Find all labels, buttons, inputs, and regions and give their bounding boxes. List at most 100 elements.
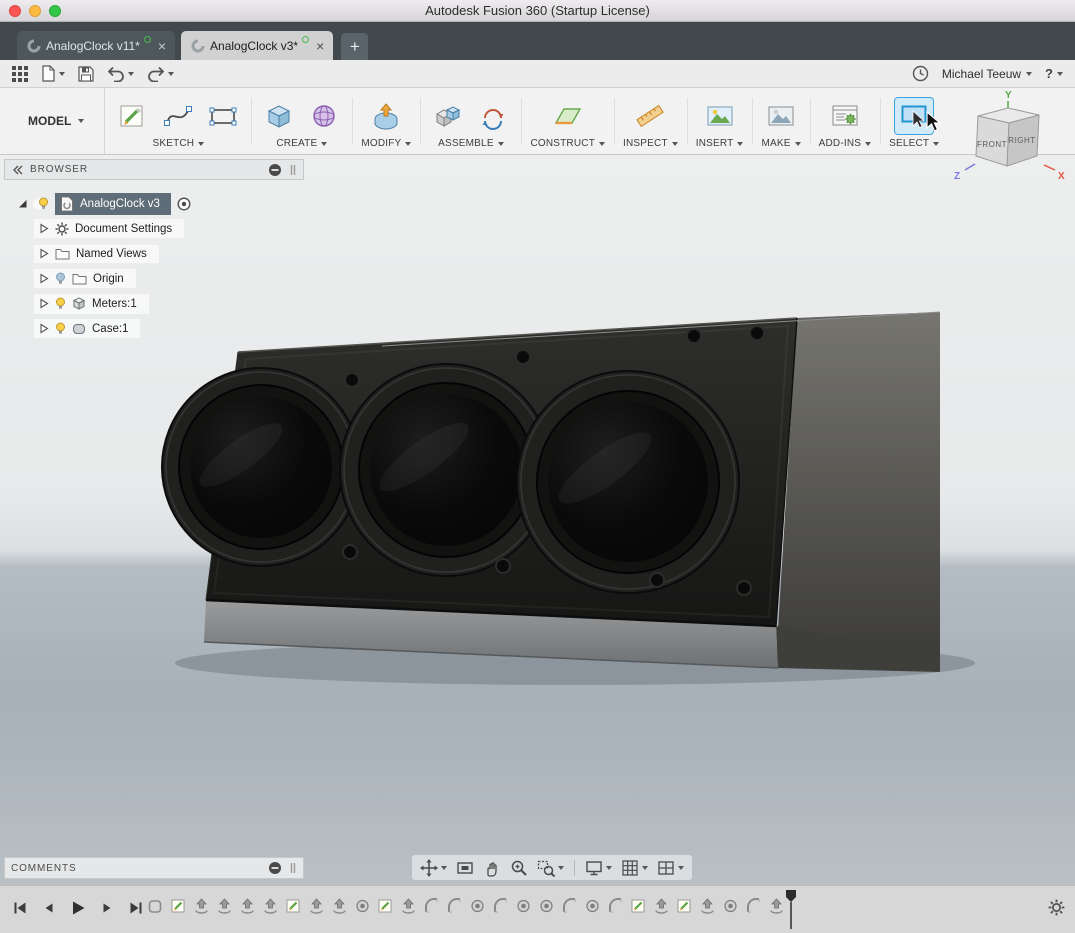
save-button[interactable] (78, 66, 94, 82)
minimize-panel-icon[interactable] (268, 861, 282, 875)
timeline-feature-hole-26[interactable] (723, 894, 738, 918)
step-back-button[interactable] (39, 896, 59, 920)
zoom-window-button[interactable] (49, 5, 61, 17)
file-button[interactable] (41, 65, 65, 82)
timeline-feature-hole-15[interactable] (470, 894, 485, 918)
timeline-feature-extrude-8[interactable] (309, 894, 324, 918)
timeline-feature-fillet-16[interactable] (493, 894, 508, 918)
ribbon-group-menu[interactable]: INSERT (696, 138, 744, 149)
browser-root-selection[interactable]: AnalogClock v3 (55, 193, 171, 215)
make-tool[interactable] (762, 98, 800, 134)
step-forward-button[interactable] (97, 896, 117, 920)
tab-close-icon[interactable]: × (158, 38, 166, 54)
bulb-on-icon[interactable] (55, 322, 66, 336)
timeline-feature-extrude-25[interactable] (700, 894, 715, 918)
minimize-window-button[interactable] (29, 5, 41, 17)
ribbon-group-menu[interactable]: ASSEMBLE (438, 138, 504, 149)
view-cube[interactable]: Y FRONT RIGHT Z X (950, 86, 1072, 203)
bulb-on-icon[interactable] (55, 297, 66, 311)
timeline-feature-hole-10[interactable] (355, 894, 370, 918)
browser-row-named-views[interactable]: Named Views (4, 242, 304, 265)
timeline-position-marker[interactable] (785, 889, 797, 931)
timeline-feature-sketch-11[interactable] (378, 894, 393, 918)
ribbon-group-menu[interactable]: CREATE (276, 138, 327, 149)
play-button[interactable] (68, 896, 88, 920)
timeline-feature-extrude-12[interactable] (401, 894, 416, 918)
timeline-feature-extrude-23[interactable] (654, 894, 669, 918)
insert-image-tool[interactable] (701, 98, 739, 134)
workspace-selector[interactable]: MODEL (0, 88, 105, 154)
tab-close-icon[interactable]: × (316, 38, 324, 54)
timeline-feature-fillet-14[interactable] (447, 894, 462, 918)
go-to-end-button[interactable] (126, 896, 146, 920)
expand-arrow-icon[interactable] (39, 273, 49, 284)
expand-arrow-icon[interactable] (39, 323, 49, 334)
timeline-feature-sketch-24[interactable] (677, 894, 692, 918)
press-pull-tool[interactable] (367, 98, 405, 134)
spline-tool[interactable] (159, 98, 197, 134)
timeline-feature-extrude-5[interactable] (240, 894, 255, 918)
help-menu[interactable]: ? (1045, 66, 1063, 81)
timeline-feature-fillet-27[interactable] (746, 894, 761, 918)
viewports-button[interactable] (654, 857, 687, 879)
timeline-feature-fillet-21[interactable] (608, 894, 623, 918)
ribbon-group-menu[interactable]: CONSTRUCT (530, 138, 605, 149)
rectangle-tool[interactable] (204, 98, 242, 134)
timeline-feature-extrude-9[interactable] (332, 894, 347, 918)
expand-arrow-icon[interactable] (39, 298, 49, 309)
primitive-box-tool[interactable] (260, 98, 298, 134)
ribbon-group-menu[interactable]: SKETCH (152, 138, 204, 149)
ribbon-group-menu[interactable]: ADD-INS (819, 138, 872, 149)
viewport-canvas[interactable]: BROWSER AnalogClock v3Document SettingsN… (0, 155, 1075, 885)
construction-plane-tool[interactable] (549, 98, 587, 134)
browser-panel-header[interactable]: BROWSER (4, 159, 304, 180)
undo-button[interactable] (107, 66, 134, 82)
close-window-button[interactable] (9, 5, 21, 17)
expand-arrow-icon[interactable] (39, 223, 49, 234)
drag-handle-icon[interactable] (289, 164, 297, 176)
timeline-feature-fillet-19[interactable] (562, 894, 577, 918)
timeline-feature-hole-17[interactable] (516, 894, 531, 918)
timeline-feature-extrude-28[interactable] (769, 894, 784, 918)
redo-button[interactable] (147, 66, 174, 82)
timeline-settings-icon[interactable] (1048, 899, 1065, 916)
grid-settings-button[interactable] (618, 857, 651, 879)
bulb-on-icon[interactable] (38, 197, 49, 211)
timeline-feature-sketch-2[interactable] (171, 894, 186, 918)
job-status-clock-icon[interactable] (912, 65, 929, 82)
pan-arrows-button[interactable] (417, 857, 450, 879)
new-tab-button[interactable]: + (341, 33, 368, 60)
timeline-feature-sketch-7[interactable] (286, 894, 301, 918)
display-settings-button[interactable] (582, 857, 615, 879)
document-tab-analogclock-v3[interactable]: AnalogClock v3*× (181, 31, 333, 60)
browser-row-meters-1[interactable]: Meters:1 (4, 292, 304, 315)
hand-button[interactable] (480, 857, 504, 879)
browser-row-case-1[interactable]: Case:1 (4, 317, 304, 340)
collapse-panel-icon[interactable] (11, 164, 23, 176)
ribbon-group-menu[interactable]: MAKE (761, 138, 800, 149)
comments-bar[interactable]: COMMENTS (4, 857, 304, 879)
timeline-feature-extrude-4[interactable] (217, 894, 232, 918)
document-tab-analogclock-v11[interactable]: AnalogClock v11*× (17, 31, 175, 60)
measure-tool[interactable] (631, 98, 669, 134)
expanded-arrow-icon[interactable] (17, 198, 28, 209)
zoom-button[interactable] (507, 857, 531, 879)
browser-row-document-settings[interactable]: Document Settings (4, 217, 304, 240)
add-ins-tool[interactable] (826, 98, 864, 134)
create-sketch-tool[interactable] (114, 98, 152, 134)
timeline-feature-extrude-6[interactable] (263, 894, 278, 918)
drag-handle-icon[interactable] (289, 862, 297, 874)
zoom-window-button[interactable] (534, 857, 567, 879)
browser-row-root[interactable]: AnalogClock v3 (4, 192, 304, 215)
timeline-feature-extrude-3[interactable] (194, 894, 209, 918)
timeline-feature-hole-18[interactable] (539, 894, 554, 918)
new-component-tool[interactable] (429, 98, 467, 134)
user-account-menu[interactable]: Michael Teeuw (942, 67, 1032, 81)
apps-grid-button[interactable] (12, 66, 28, 82)
bulb-off-icon[interactable] (55, 272, 66, 286)
ribbon-group-menu[interactable]: INSPECT (623, 138, 678, 149)
go-to-start-button[interactable] (10, 896, 30, 920)
activate-radio-icon[interactable] (177, 197, 191, 211)
timeline-feature-fillet-13[interactable] (424, 894, 439, 918)
timeline-feature-box-1[interactable] (148, 894, 163, 918)
